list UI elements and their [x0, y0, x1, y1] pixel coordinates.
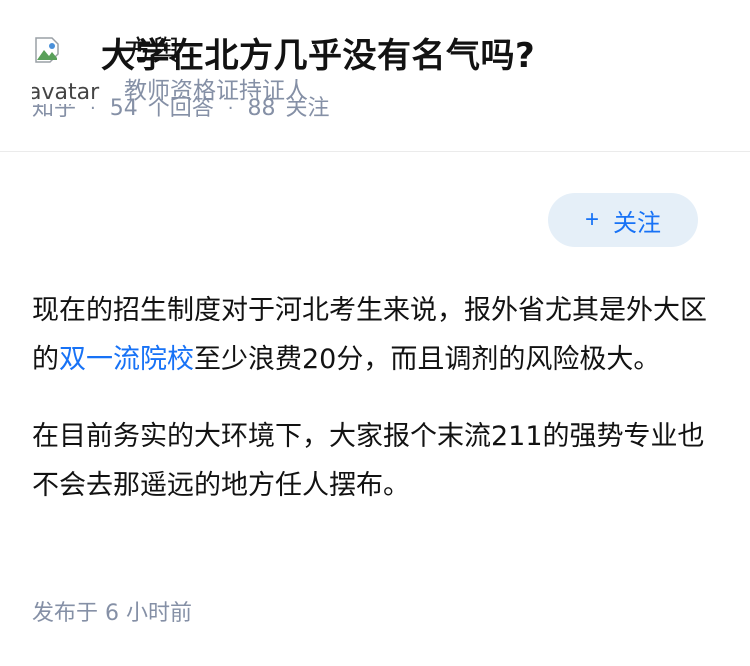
follow-button-label: 关注 — [613, 209, 661, 237]
avatar-alt-text: avatar — [32, 80, 100, 104]
avatar[interactable]: avatar — [32, 36, 100, 104]
author-name[interactable]: 方舆 — [124, 32, 308, 70]
publish-time: 发布于 6 小时前 — [32, 601, 192, 626]
broken-image-icon — [35, 37, 59, 63]
follow-button[interactable]: + 关注 — [548, 193, 698, 247]
double-first-class-link[interactable]: 双一流院校 — [59, 344, 194, 375]
question-header: 中山大学在北方几乎没有名气吗? 知乎 · 54 个回答 · 88 关注 — [0, 0, 750, 152]
answer-content: 现在的招生制度对于河北考生来说，报外省尤其是外大区的双一流院校至少浪费20分，而… — [32, 286, 722, 538]
answer-paragraph: 现在的招生制度对于河北考生来说，报外省尤其是外大区的双一流院校至少浪费20分，而… — [32, 286, 722, 384]
author-headline: 教师资格证持证人 — [124, 78, 308, 104]
answer-paragraph: 在目前务实的大环境下，大家报个末流211的强势专业也不会去那遥远的地方任人摆布。 — [32, 421, 705, 501]
plus-icon: + — [584, 206, 599, 233]
paragraph-text: 至少浪费20分，而且调剂的风险极大。 — [194, 344, 661, 375]
author-info: 方舆 教师资格证持证人 — [124, 32, 308, 108]
